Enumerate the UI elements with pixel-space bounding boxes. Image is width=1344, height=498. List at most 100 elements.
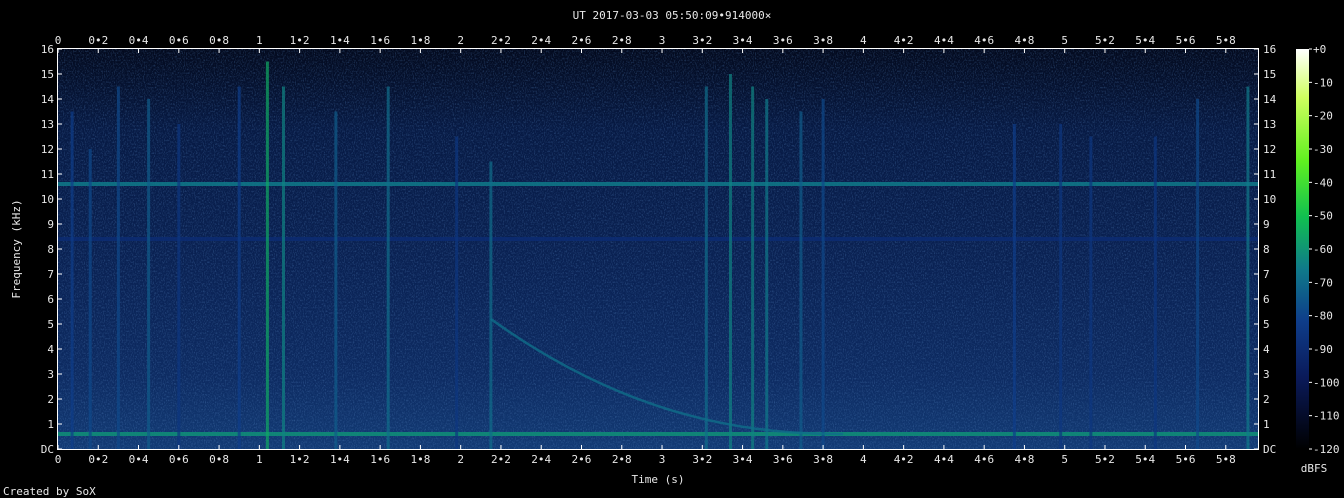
x-tick-label: 3•6: [773, 453, 793, 466]
x-tick-label: 2•4: [531, 453, 551, 466]
x-tick-label: 0•2: [88, 34, 108, 47]
x-tick-label: 0•8: [209, 453, 229, 466]
x-tick-label: 2•8: [612, 453, 632, 466]
x-tick-label: 1•8: [410, 34, 430, 47]
x-tick-label: 2•2: [491, 34, 511, 47]
x-tick-label: 5•6: [1176, 34, 1196, 47]
colorbar: [1296, 49, 1309, 449]
x-tick-label: 3•8: [813, 453, 833, 466]
vertical-burst: [116, 86, 120, 449]
y-axis-label: Frequency (kHz): [10, 199, 23, 298]
x-tick-label: 3•2: [692, 453, 712, 466]
x-tick-label: 5•2: [1095, 453, 1115, 466]
x-tick-label: 2•2: [491, 453, 511, 466]
vertical-burst: [728, 74, 732, 449]
x-tick-label: 2: [457, 453, 464, 466]
colorbar-tick-label: -110: [1313, 410, 1340, 423]
colorbar-tick-label: -50: [1313, 210, 1333, 223]
y-tick-label: 6: [1263, 293, 1270, 306]
footer-credit: Created by SoX: [3, 485, 96, 498]
y-tick-label: 3: [47, 368, 54, 381]
x-tick-label: 3•2: [692, 34, 712, 47]
y-tick-label: 2: [47, 393, 54, 406]
x-tick-label: 5: [1061, 34, 1068, 47]
x-tick-label: 5•4: [1135, 453, 1155, 466]
x-tick-label: 3•4: [733, 453, 753, 466]
y-tick-label: 13: [1263, 118, 1276, 131]
y-tick-label: 7: [47, 268, 54, 281]
x-tick-label: 3•6: [773, 34, 793, 47]
y-tick-label: 8: [47, 243, 54, 256]
y-tick-label: 11: [1263, 168, 1276, 181]
vertical-burst: [765, 99, 769, 449]
colorbar-tick-label: -90: [1313, 343, 1333, 356]
colorbar-label: dBFS: [1301, 462, 1328, 475]
chart-title: UT 2017-03-03 05:50:09•914000×: [573, 9, 772, 22]
y-tick-label: 7: [1263, 268, 1270, 281]
vertical-burst: [455, 136, 459, 449]
y-tick-label: 3: [1263, 368, 1270, 381]
colorbar-tick-label: -60: [1313, 243, 1333, 256]
vertical-burst: [799, 111, 803, 449]
y-tick-label: 16: [41, 43, 54, 56]
x-tick-label: 2•6: [572, 34, 592, 47]
y-tick-label: DC: [41, 443, 54, 456]
x-tick-label: 4: [860, 453, 867, 466]
x-tick-label: 1•4: [330, 34, 350, 47]
vertical-burst: [1246, 86, 1250, 449]
x-tick-label: 0•8: [209, 34, 229, 47]
vertical-burst: [386, 86, 390, 449]
vertical-burst: [147, 99, 151, 449]
x-tick-label: 1•4: [330, 453, 350, 466]
y-tick-label: 10: [1263, 193, 1276, 206]
colorbar-tick-label: -80: [1313, 310, 1333, 323]
y-tick-label: 4: [1263, 343, 1270, 356]
y-tick-label: 13: [41, 118, 54, 131]
colorbar-tick-label: +0: [1313, 43, 1326, 56]
vertical-burst: [1089, 136, 1093, 449]
x-tick-label: 2•4: [531, 34, 551, 47]
x-tick-label: 1: [256, 34, 263, 47]
y-tick-label: 5: [1263, 318, 1270, 331]
vertical-burst: [489, 161, 493, 449]
vertical-burst: [1059, 124, 1063, 449]
vertical-burst: [751, 86, 755, 449]
x-tick-label: 2•8: [612, 34, 632, 47]
x-tick-label: 4•4: [934, 34, 954, 47]
y-tick-label: 8: [1263, 243, 1270, 256]
x-tick-label: 1•8: [410, 453, 430, 466]
x-tick-label: 5•8: [1216, 453, 1236, 466]
vertical-burst: [70, 111, 74, 449]
vertical-burst: [282, 86, 286, 449]
colorbar-tick-label: -70: [1313, 276, 1333, 289]
x-tick-label: 4•8: [1015, 34, 1035, 47]
x-tick-label: 0: [55, 34, 62, 47]
x-tick-label: 0•4: [129, 34, 149, 47]
y-tick-label: 1: [47, 418, 54, 431]
y-tick-label: 15: [1263, 68, 1276, 81]
vertical-burst: [1196, 99, 1200, 449]
vertical-burst: [704, 86, 708, 449]
x-tick-label: 5: [1061, 453, 1068, 466]
y-tick-label: 12: [1263, 143, 1276, 156]
y-tick-label: 15: [41, 68, 54, 81]
x-tick-label: 4•6: [974, 34, 994, 47]
y-tick-label: 10: [41, 193, 54, 206]
colorbar-ticks: +0 -10 -20 -30 -40 -50 -60 -70 -80 -90 -100 -110 -12…: [1309, 43, 1340, 456]
x-tick-label: 0•6: [169, 453, 189, 466]
x-tick-label: 4•2: [894, 34, 914, 47]
x-tick-label: 3•4: [733, 34, 753, 47]
x-tick-label: 0•4: [129, 453, 149, 466]
spectrogram-figure: UT 2017-03-03 05:50:09•914000× 0 0•2 0•4 0•…: [3, 9, 1340, 498]
x-tick-label: 1•6: [370, 453, 390, 466]
x-tick-label: 1•6: [370, 34, 390, 47]
y-tick-label: 9: [1263, 218, 1270, 231]
vertical-burst: [1012, 124, 1016, 449]
y-tick-label: 16: [1263, 43, 1276, 56]
vertical-burst: [265, 61, 269, 449]
x-tick-label: 5•6: [1176, 453, 1196, 466]
vertical-burst: [177, 124, 181, 449]
x-tick-label: 4•8: [1015, 453, 1035, 466]
y-tick-label: 14: [41, 93, 55, 106]
x-tick-label: 5•2: [1095, 34, 1115, 47]
